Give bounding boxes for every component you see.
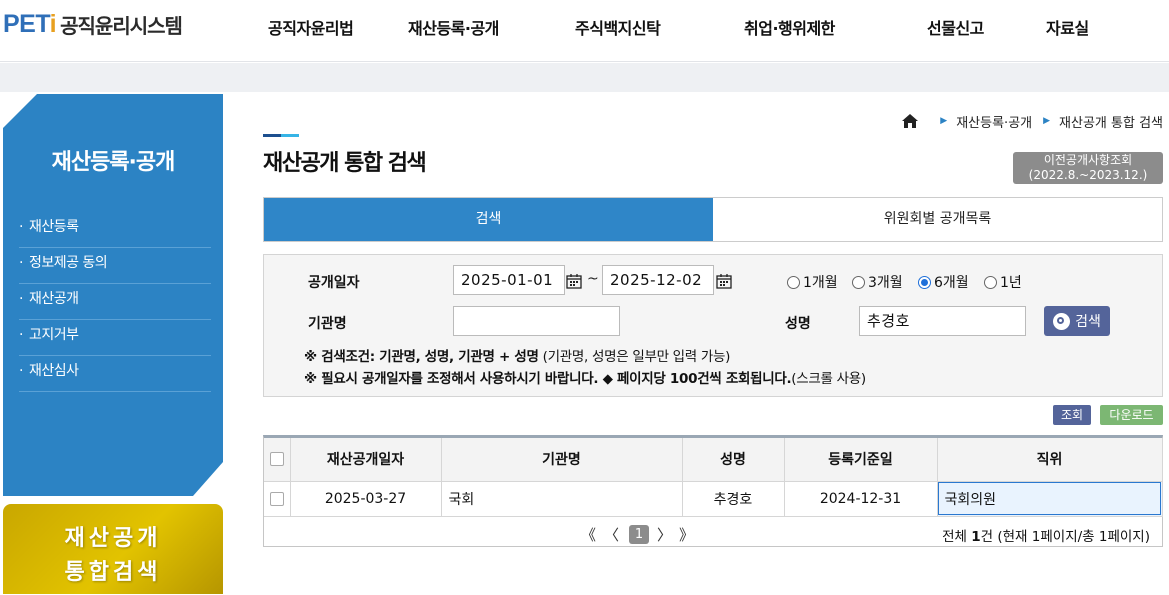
left-sidebar: 재산등록·공개 재산등록 정보제공 동의 재산공개 고지거부 재산심사 — [3, 94, 223, 496]
tab-committee-list[interactable]: 위원회별 공개목록 — [713, 198, 1162, 241]
column-header-base-date[interactable]: 등록기준일 — [784, 438, 938, 482]
period-label: 3개월 — [868, 275, 903, 291]
nav-item-gift-report[interactable]: 선물신고 — [927, 15, 984, 39]
cell-position[interactable]: 국회의원 — [937, 481, 1163, 517]
radio-circle — [984, 275, 997, 289]
search-panel: 공개일자 2025-01-01 ~ 2025-12-02 1개월 3개월 6개월… — [263, 254, 1163, 397]
breadcrumb-arrow-icon: ▶ — [940, 116, 948, 126]
radio-circle-selected — [918, 275, 931, 289]
column-header-position[interactable]: 직위 — [937, 438, 1163, 482]
org-label: 기관명 — [308, 316, 347, 332]
search-condition-note: ※ 검색조건: 기관명, 성명, 기관명 + 성명 (기관명, 성명은 일부만 … — [304, 345, 730, 365]
period-label: 1년 — [1000, 275, 1022, 291]
nav-item-blind-trust[interactable]: 주식백지신탁 — [575, 15, 661, 39]
sidebar-item-review[interactable]: 재산심사 — [19, 356, 211, 392]
top-header: PETi 공직윤리시스템 공직자윤리법 재산등록·공개 주식백지신탁 취업·행위… — [0, 0, 1169, 62]
column-header-org[interactable]: 기관명 — [441, 438, 683, 482]
logo-brand: PETi — [3, 9, 57, 39]
result-table: 재산공개일자 기관명 성명 등록기준일 직위 2025-03-27 국회 추경호… — [264, 438, 1163, 517]
search-period-note: ※ 필요시 공개일자를 조정해서 사용하시기 바랍니다. ◆ 페이지당 100건… — [304, 367, 866, 387]
sub-header-band — [0, 63, 1169, 92]
cell-base-date[interactable]: 2024-12-31 — [784, 481, 938, 517]
result-count: 전체 1건 (현재 1페이지/총 1페이지) — [942, 525, 1150, 545]
breadcrumb-arrow-icon: ▶ — [1043, 116, 1051, 126]
search-icon — [1053, 312, 1071, 330]
logo[interactable]: PETi 공직윤리시스템 — [3, 6, 183, 42]
date-to-input[interactable]: 2025-12-02 — [602, 265, 714, 295]
column-header-name[interactable]: 성명 — [682, 438, 785, 482]
tab-bar: 검색 위원회별 공개목록 — [263, 197, 1163, 242]
logo-title: 공직윤리시스템 — [60, 13, 183, 38]
period-label: 1개월 — [803, 275, 838, 291]
sidebar-item-disclosure[interactable]: 재산공개 — [19, 284, 211, 320]
note-period-bold: ※ 필요시 공개일자를 조정해서 사용하시기 바랍니다. ◆ 페이지당 100건… — [304, 371, 792, 387]
prev-page-button[interactable]: 〈 — [604, 524, 619, 545]
nav-item-employment-limit[interactable]: 취업·행위제한 — [744, 15, 835, 39]
org-input[interactable] — [453, 306, 620, 336]
row-select-cell[interactable] — [264, 481, 291, 517]
result-count-suffix: 건 (현재 1페이지/총 1페이지) — [980, 529, 1150, 545]
result-count-prefix: 전체 — [942, 529, 972, 545]
period-radio-1m[interactable]: 1개월 — [787, 272, 838, 292]
sidebar-item-info-consent[interactable]: 정보제공 동의 — [19, 248, 211, 284]
current-page[interactable]: 1 — [629, 525, 649, 544]
download-button[interactable]: 다운로드 — [1100, 405, 1163, 425]
table-row[interactable]: 2025-03-27 국회 추경호 2024-12-31 국회의원 — [264, 481, 1163, 517]
period-radio-3m[interactable]: 3개월 — [852, 272, 903, 292]
result-count-number: 1 — [971, 529, 981, 545]
name-label: 성명 — [785, 316, 811, 332]
nav-item-resources[interactable]: 자료실 — [1046, 15, 1089, 39]
previous-disclosure-label: 이전공개사항조회 — [1043, 153, 1133, 167]
column-header-disclosure-date[interactable]: 재산공개일자 — [290, 438, 442, 482]
date-range-separator: ~ — [587, 271, 599, 287]
period-label: 6개월 — [934, 275, 969, 291]
previous-disclosure-period: (2022.8.~2023.12.) — [1028, 168, 1148, 182]
row-checkbox[interactable] — [269, 491, 284, 506]
page-title: 재산공개 통합 검색 — [263, 151, 427, 176]
period-radio-6m[interactable]: 6개월 — [918, 272, 969, 292]
result-grid: 재산공개일자 기관명 성명 등록기준일 직위 2025-03-27 국회 추경호… — [263, 435, 1163, 547]
note-period-rest: (스크롤 사용) — [791, 371, 866, 387]
cell-disclosure-date[interactable]: 2025-03-27 — [290, 481, 442, 517]
table-header-row: 재산공개일자 기관명 성명 등록기준일 직위 — [264, 438, 1163, 482]
home-icon[interactable] — [901, 112, 919, 130]
sidebar-item-refusal[interactable]: 고지거부 — [19, 320, 211, 356]
radio-circle — [852, 275, 865, 289]
search-button-label: 검색 — [1075, 314, 1101, 330]
integrated-search-banner[interactable]: 재산공개 통합검색 — [3, 504, 223, 594]
tab-search[interactable]: 검색 — [264, 198, 713, 241]
search-button[interactable]: 검색 — [1044, 306, 1110, 336]
breadcrumb-item[interactable]: 재산등록·공개 — [956, 112, 1032, 131]
cell-name[interactable]: 추경호 — [682, 481, 785, 517]
sidebar-item-registration[interactable]: 재산등록 — [19, 212, 211, 248]
nav-item-asset-registration[interactable]: 재산등록·공개 — [408, 15, 499, 39]
name-input[interactable]: 추경호 — [859, 306, 1026, 336]
select-all-cell[interactable] — [264, 438, 291, 482]
banner-line-2: 통합검색 — [64, 560, 162, 585]
view-button[interactable]: 조회 — [1053, 405, 1091, 425]
date-label: 공개일자 — [308, 275, 360, 291]
period-radio-1y[interactable]: 1년 — [984, 272, 1022, 292]
note-condition-rest: (기관명, 성명은 일부만 입력 가능) — [538, 349, 731, 365]
calendar-icon[interactable] — [566, 273, 582, 289]
select-all-checkbox[interactable] — [269, 452, 284, 467]
sidebar-nav: 재산등록 정보제공 동의 재산공개 고지거부 재산심사 — [19, 212, 211, 392]
date-from-input[interactable]: 2025-01-01 — [453, 265, 565, 295]
banner-line-1: 재산공개 — [64, 526, 162, 551]
nav-item-ethics-law[interactable]: 공직자윤리법 — [268, 15, 354, 39]
note-condition-bold: ※ 검색조건: 기관명, 성명, 기관명 + 성명 — [304, 349, 539, 365]
title-accent-bar — [263, 134, 299, 137]
calendar-icon[interactable] — [716, 273, 732, 289]
previous-disclosure-button[interactable]: 이전공개사항조회 (2022.8.~2023.12.) — [1013, 152, 1163, 184]
last-page-button[interactable]: 》 — [679, 524, 694, 545]
pagination: 《 〈 1 〉 》 전체 1건 (현재 1페이지/총 1페이지) — [264, 518, 1162, 548]
logo-brand-text: PETi — [3, 9, 57, 38]
radio-circle — [787, 275, 800, 289]
breadcrumb: ▶ 재산등록·공개 ▶ 재산공개 통합 검색 — [901, 111, 1163, 131]
sidebar-title: 재산등록·공개 — [51, 150, 176, 175]
cell-org[interactable]: 국회 — [441, 481, 683, 517]
first-page-button[interactable]: 《 — [581, 524, 596, 545]
next-page-button[interactable]: 〉 — [657, 524, 672, 545]
breadcrumb-item-current: 재산공개 통합 검색 — [1059, 115, 1163, 131]
